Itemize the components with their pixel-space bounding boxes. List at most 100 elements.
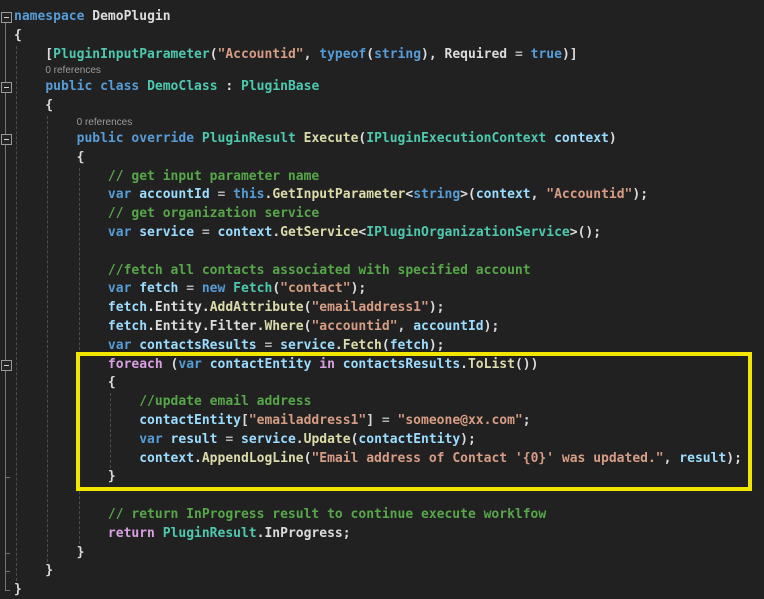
code-line[interactable]: }: [14, 581, 764, 599]
token-plain: ,: [398, 319, 414, 334]
token-keyword: var: [108, 338, 131, 353]
token-plain: ()): [515, 357, 538, 372]
token-plain: {: [14, 375, 116, 390]
token-keyword: class: [100, 79, 139, 94]
token-keyword: var: [108, 225, 131, 240]
token-variable: service: [280, 338, 335, 353]
code-line[interactable]: // get input parameter name: [14, 168, 764, 187]
codelens-references-link[interactable]: 0 references: [77, 117, 133, 128]
token-type: PluginResult: [163, 526, 257, 541]
token-method: AddAttribute: [210, 300, 304, 315]
token-variable: fetch: [390, 338, 429, 353]
code-line[interactable]: {: [14, 149, 764, 168]
token-operator: =: [210, 187, 233, 202]
code-line[interactable]: var service = context.GetService<IPlugin…: [14, 224, 764, 243]
token-plain: {: [14, 98, 53, 113]
code-line[interactable]: {: [14, 97, 764, 116]
token-type: PluginBase: [241, 79, 319, 94]
code-line[interactable]: var contactsResults = service.Fetch(fetc…: [14, 337, 764, 356]
token-variable: contactEntity: [358, 432, 460, 447]
code-line[interactable]: var fetch = new Fetch("contact");: [14, 280, 764, 299]
token-string: "Accountid": [546, 187, 632, 202]
token-string: "Accountid": [218, 47, 304, 62]
token-variable: context: [139, 451, 194, 466]
codelens-line: 0 references: [14, 64, 764, 78]
token-keyword: public: [77, 131, 124, 146]
token-plain: [14, 357, 108, 372]
token-variable: service: [139, 225, 194, 240]
token-plain: [194, 131, 202, 146]
token-keyword: new: [202, 281, 225, 296]
code-line[interactable]: //fetch all contacts associated with spe…: [14, 262, 764, 281]
token-plain: >();: [570, 225, 601, 240]
token-plain: [546, 131, 554, 146]
token-plain: [14, 432, 139, 447]
token-plain: [14, 338, 108, 353]
token-variable: contactEntity: [210, 357, 312, 372]
token-variable: fetch: [108, 300, 147, 315]
blank-line[interactable]: [14, 243, 764, 262]
token-plain: (: [163, 357, 179, 372]
token-plain: [14, 319, 108, 334]
token-variable: result: [171, 432, 218, 447]
code-line[interactable]: }: [14, 468, 764, 487]
codelens-references-link[interactable]: 0 references: [45, 65, 101, 76]
token-plain: [296, 131, 304, 146]
token-plain: );: [726, 451, 742, 466]
token-comment: // get input parameter name: [14, 169, 319, 184]
token-method: Execute: [304, 131, 359, 146]
token-plain: [14, 526, 108, 541]
code-line[interactable]: public override PluginResult Execute(IPl…: [14, 130, 764, 149]
token-plain: ): [609, 131, 617, 146]
code-area[interactable]: namespace DemoPlugin{ [PluginInputParame…: [0, 0, 764, 599]
token-variable: fetch: [108, 319, 147, 334]
code-line[interactable]: public class DemoClass : PluginBase: [14, 78, 764, 97]
code-line[interactable]: // get organization service: [14, 205, 764, 224]
code-line[interactable]: }: [14, 544, 764, 563]
code-line[interactable]: context.AppendLogLine("Email address of …: [14, 450, 764, 469]
token-plain: }: [14, 582, 22, 597]
token-plain: }: [14, 545, 84, 560]
code-line[interactable]: var accountId = this.GetInputParameter<s…: [14, 186, 764, 205]
token-keyword: true: [531, 47, 562, 62]
token-operator: =: [218, 432, 241, 447]
code-line[interactable]: }: [14, 562, 764, 581]
code-line[interactable]: var result = service.Update(contactEntit…: [14, 431, 764, 450]
token-string: "Email address of Contact '{0}' was upda…: [311, 451, 663, 466]
token-plain: ;: [523, 413, 531, 428]
code-line[interactable]: {: [14, 27, 764, 46]
token-control: in: [319, 357, 335, 372]
code-line[interactable]: fetch.Entity.AddAttribute("emailaddress1…: [14, 299, 764, 318]
token-plain: .Entity.: [147, 300, 210, 315]
token-type: PluginInputParameter: [53, 47, 210, 62]
blank-line[interactable]: [14, 487, 764, 506]
code-line[interactable]: //update email address: [14, 393, 764, 412]
code-line[interactable]: foreach (var contactEntity in contactsRe…: [14, 356, 764, 375]
token-type: IPluginExecutionContext: [366, 131, 546, 146]
code-line[interactable]: fetch.Entity.Filter.Where("accountid", a…: [14, 318, 764, 337]
code-line[interactable]: contactEntity["emailaddress1"] = "someon…: [14, 412, 764, 431]
token-method: ToList: [468, 357, 515, 372]
token-control: return: [108, 526, 155, 541]
code-line[interactable]: [PluginInputParameter("Accountid", typeo…: [14, 46, 764, 65]
token-plain: .Entity.Filter.: [147, 319, 264, 334]
token-string: "contact": [280, 281, 350, 296]
token-string: "someone@xx.com": [398, 413, 523, 428]
code-line[interactable]: namespace DemoPlugin: [14, 8, 764, 27]
token-plain: .: [296, 432, 304, 447]
token-variable: context: [218, 225, 273, 240]
code-line[interactable]: // return InProgress result to continue …: [14, 506, 764, 525]
token-plain: [163, 432, 171, 447]
token-plain: .: [194, 451, 202, 466]
code-line[interactable]: return PluginResult.InProgress;: [14, 525, 764, 544]
token-plain: }: [14, 469, 116, 484]
token-plain: {: [14, 28, 22, 43]
token-plain: :: [218, 79, 241, 94]
code-line[interactable]: {: [14, 374, 764, 393]
token-plain: [202, 357, 210, 372]
token-plain: DemoPlugin: [84, 9, 170, 24]
token-string: "emailaddress1": [311, 300, 428, 315]
token-method: AppendLogLine: [202, 451, 304, 466]
token-plain: (: [272, 281, 280, 296]
token-plain: (: [366, 47, 374, 62]
